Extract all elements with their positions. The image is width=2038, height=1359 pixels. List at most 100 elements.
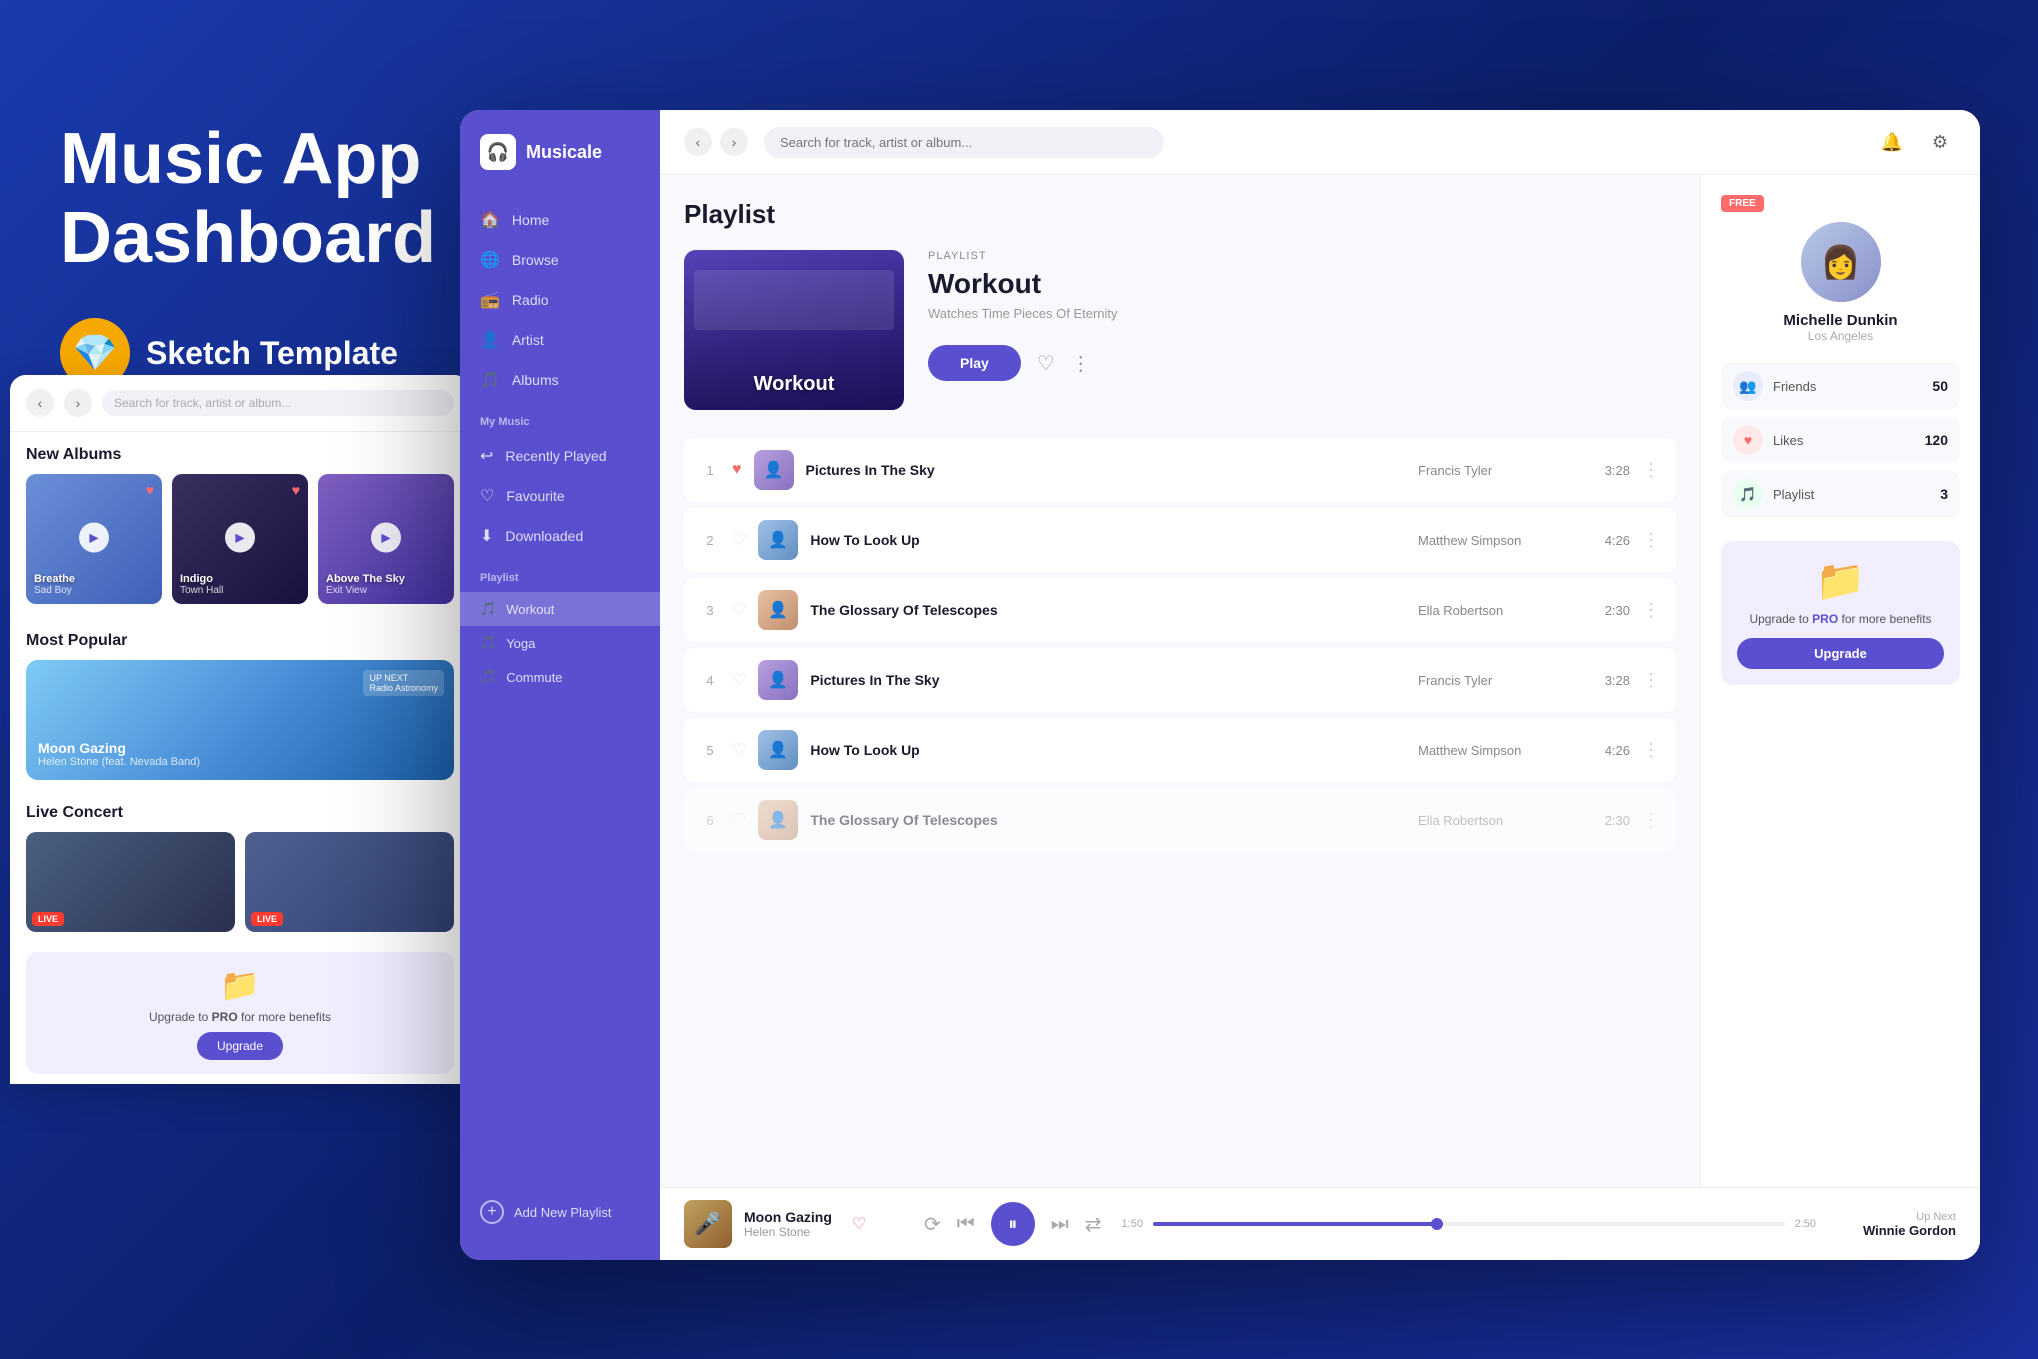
play-btn-indigo[interactable]: ▶ (225, 523, 255, 553)
sidebar-playlist-workout[interactable]: 🎵 Workout (460, 592, 660, 626)
bg-search-bar[interactable]: Search for track, artist or album... (102, 390, 454, 416)
playlist-actions: Play ♡ ⋮ (928, 345, 1676, 381)
sidebar-item-home[interactable]: 🏠 Home (460, 200, 660, 240)
likes-icon: ♥ (1733, 425, 1763, 455)
upgrade-folder-icon: 📁 (1737, 557, 1944, 604)
logo-text: Musicale (526, 142, 602, 163)
playlist-hero: Workout Playlist Workout Watches Time Pi… (684, 250, 1676, 410)
right-panel: FREE 👩 Michelle Dunkin Los Angeles 👥 Fri… (1700, 175, 1980, 1187)
playlist-workout-icon: 🎵 (480, 601, 496, 617)
live-card-1[interactable]: LIVE (26, 832, 235, 932)
live-card-2[interactable]: LIVE (245, 832, 454, 932)
sidebar-item-recently-played[interactable]: ↩ Recently Played (460, 436, 660, 476)
next-btn[interactable]: ⏭ (1051, 1213, 1069, 1236)
sidebar-item-favourite[interactable]: ♡ Favourite (460, 476, 660, 516)
player-track-info: 🎤 Moon Gazing Helen Stone ♡ (684, 1200, 904, 1248)
track-more-4[interactable]: ⋮ (1642, 670, 1660, 691)
track-number-4: 4 (700, 673, 720, 688)
browse-icon: 🌐 (480, 250, 500, 270)
notification-icon[interactable]: 🔔 (1876, 126, 1908, 158)
heart-icon[interactable]: ♥ (146, 482, 154, 498)
bg-forward-btn[interactable]: › (64, 389, 92, 417)
player-bar: 🎤 Moon Gazing Helen Stone ♡ ⟳ ⏮ ⏸ ⏭ ⇄ 1:… (660, 1187, 1980, 1260)
home-label: Home (512, 212, 549, 228)
track-more-1[interactable]: ⋮ (1642, 460, 1660, 481)
heart-icon-indigo[interactable]: ♥ (292, 482, 300, 498)
track-more-2[interactable]: ⋮ (1642, 530, 1660, 551)
play-pause-btn[interactable]: ⏸ (991, 1202, 1035, 1246)
track-duration-1: 3:28 (1590, 463, 1630, 478)
sidebar-playlist-yoga[interactable]: 🎵 Yoga (460, 626, 660, 660)
sidebar-item-browse[interactable]: 🌐 Browse (460, 240, 660, 280)
branding-section: Music App Dashboard 💎 Sketch Template (60, 120, 436, 388)
track-more-3[interactable]: ⋮ (1642, 600, 1660, 621)
browse-label: Browse (512, 252, 559, 268)
back-button[interactable]: ‹ (684, 128, 712, 156)
friends-label: Friends (1773, 379, 1922, 394)
track-artist-3: Ella Robertson (1418, 603, 1578, 618)
main-content: ‹ › 🔔 ⚙ Playlist Workout (660, 110, 1980, 1260)
playlist-commute-label: Commute (506, 670, 562, 685)
sidebar-item-albums[interactable]: 🎵 Albums (460, 360, 660, 400)
track-more-5[interactable]: ⋮ (1642, 740, 1660, 761)
track-name-2: How To Look Up (810, 532, 1406, 548)
stat-likes: ♥ Likes 120 (1721, 417, 1960, 463)
add-icon: + (480, 1200, 504, 1224)
album-card-above[interactable]: ▶ Above The Sky Exit View (318, 474, 454, 604)
track-duration-2: 4:26 (1590, 533, 1630, 548)
background-mini-window: ‹ › Search for track, artist or album...… (10, 375, 460, 1084)
live-section: Live Concert LIVE LIVE (10, 790, 460, 942)
album-card-breathe[interactable]: ♥ ▶ Breathe Sad Boy (26, 474, 162, 604)
popular-card[interactable]: Moon Gazing Helen Stone (feat. Nevada Ba… (26, 660, 454, 780)
likes-value: 120 (1925, 432, 1948, 448)
playlist-yoga-icon: 🎵 (480, 635, 496, 651)
like-btn-2[interactable]: ♡ (732, 530, 746, 550)
add-playlist-label: Add New Playlist (514, 1205, 612, 1220)
more-icon[interactable]: ⋮ (1071, 351, 1091, 376)
bg-back-btn[interactable]: ‹ (26, 389, 54, 417)
album-name-breathe: Breathe (34, 573, 75, 585)
bg-upgrade-button[interactable]: Upgrade (197, 1032, 283, 1060)
album-sub-breathe: Sad Boy (34, 585, 75, 596)
like-btn-4[interactable]: ♡ (732, 670, 746, 690)
table-row: 1 ♥ 👤 Pictures In The Sky Francis Tyler … (684, 438, 1676, 502)
live-badge-2: LIVE (251, 912, 283, 926)
repeat-btn[interactable]: ⇄ (1085, 1212, 1102, 1237)
album-card-indigo[interactable]: ♥ ▶ Indigo Town Hall (172, 474, 308, 604)
shuffle-btn[interactable]: ⟳ (924, 1212, 941, 1237)
prev-btn[interactable]: ⏮ (957, 1213, 975, 1236)
forward-button[interactable]: › (720, 128, 748, 156)
album-grid: ♥ ▶ Breathe Sad Boy ♥ ▶ Indigo Town Hall… (10, 474, 460, 618)
track-artist-2: Matthew Simpson (1418, 533, 1578, 548)
search-input[interactable] (764, 127, 1164, 158)
sidebar-item-radio[interactable]: 📻 Radio (460, 280, 660, 320)
like-icon[interactable]: ♡ (1037, 351, 1055, 376)
sidebar-item-artist[interactable]: 👤 Artist (460, 320, 660, 360)
play-btn-above[interactable]: ▶ (371, 523, 401, 553)
table-row: 5 ♡ 👤 How To Look Up Matthew Simpson 4:2… (684, 718, 1676, 782)
track-artist-5: Matthew Simpson (1418, 743, 1578, 758)
track-more-6[interactable]: ⋮ (1642, 810, 1660, 831)
playlist-stat-label: Playlist (1773, 487, 1930, 502)
track-artist-1: Francis Tyler (1418, 463, 1578, 478)
player-like-icon[interactable]: ♡ (852, 1214, 866, 1234)
like-btn-5[interactable]: ♡ (732, 740, 746, 760)
upgrade-button[interactable]: Upgrade (1737, 638, 1944, 669)
like-btn-1[interactable]: ♥ (732, 461, 742, 479)
progress-bar[interactable] (1153, 1222, 1785, 1226)
settings-icon[interactable]: ⚙ (1924, 126, 1956, 158)
track-artist-4: Francis Tyler (1418, 673, 1578, 688)
sidebar-playlist-commute[interactable]: 🎵 Commute (460, 660, 660, 694)
like-btn-3[interactable]: ♡ (732, 600, 746, 620)
user-name: Michelle Dunkin (1721, 312, 1960, 329)
recently-played-label: Recently Played (505, 448, 606, 464)
sidebar-item-downloaded[interactable]: ⬇ Downloaded (460, 516, 660, 556)
album-name-above: Above The Sky (326, 573, 405, 585)
table-row: 2 ♡ 👤 How To Look Up Matthew Simpson 4:2… (684, 508, 1676, 572)
play-button[interactable]: Play (928, 345, 1021, 381)
track-name-1: Pictures In The Sky (806, 462, 1407, 478)
play-btn-breathe[interactable]: ▶ (79, 523, 109, 553)
like-btn-6[interactable]: ♡ (732, 810, 746, 830)
albums-label: Albums (512, 372, 559, 388)
add-playlist-btn[interactable]: + Add New Playlist (460, 1188, 660, 1236)
